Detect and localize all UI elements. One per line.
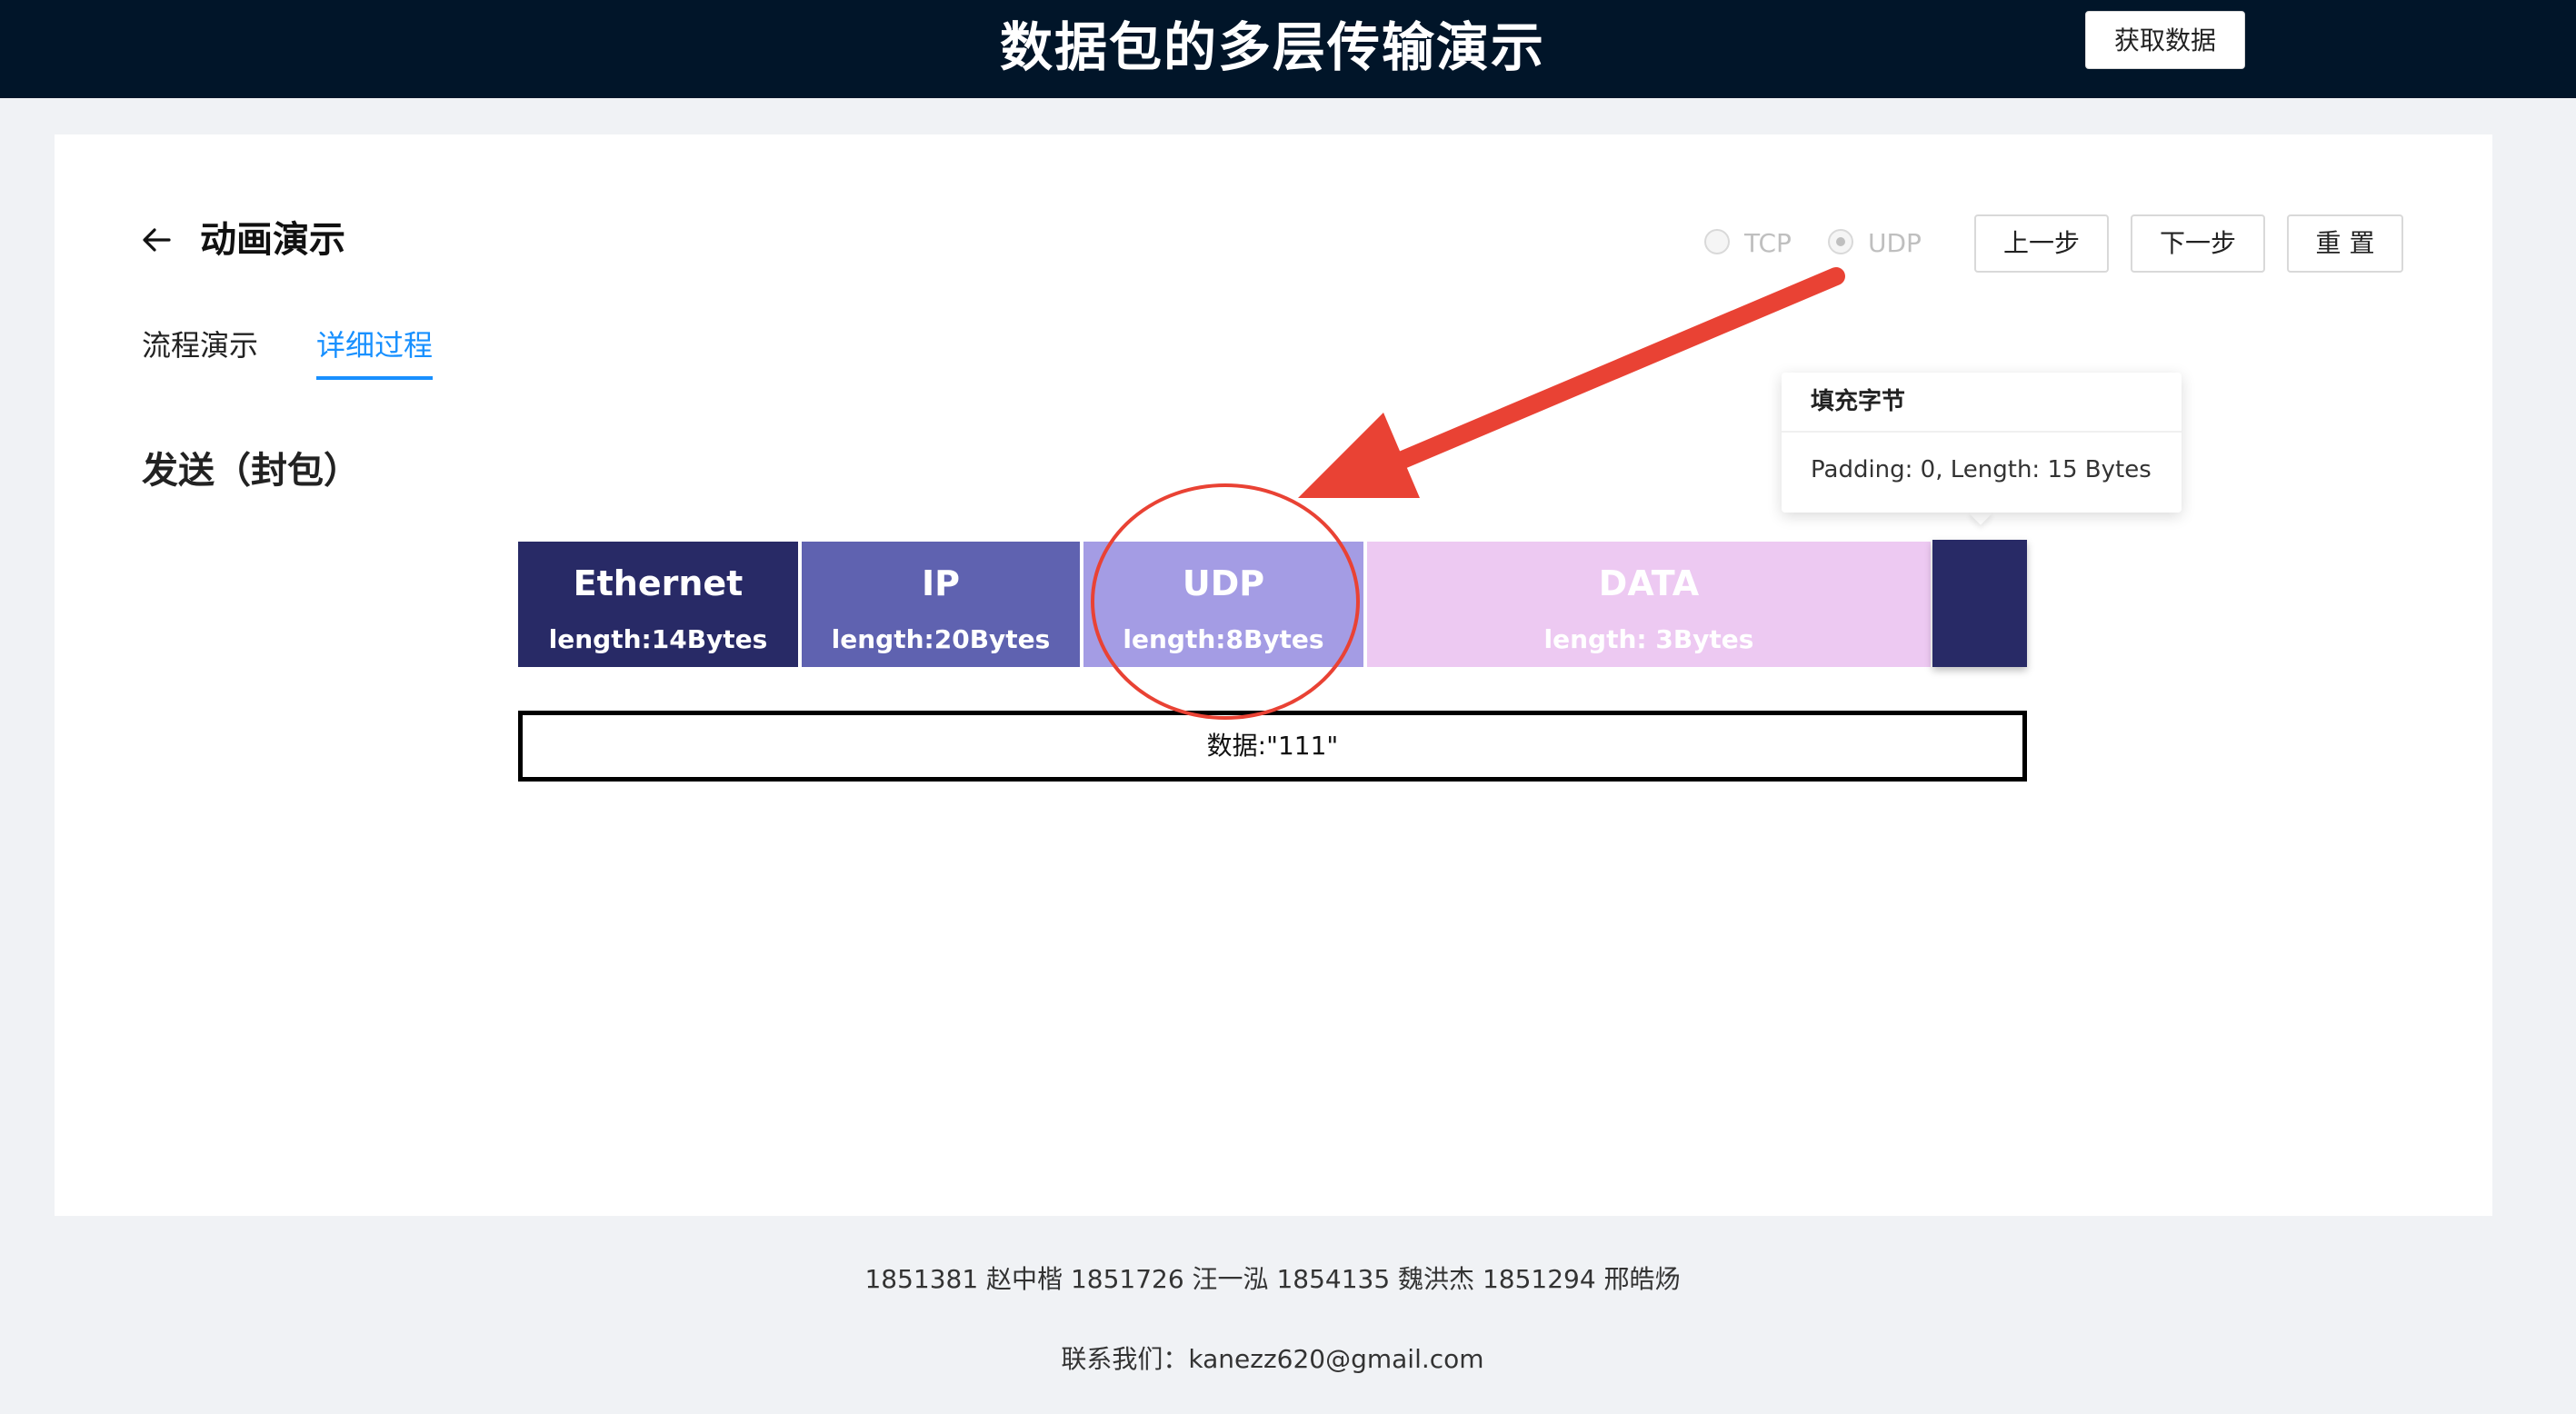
- radio-udp-label: UDP: [1868, 228, 1922, 258]
- segment-data-name: DATA: [1598, 563, 1700, 603]
- next-step-button[interactable]: 下一步: [2131, 214, 2265, 273]
- segment-udp[interactable]: UDP length:8Bytes: [1083, 542, 1363, 667]
- segment-udp-length: length:8Bytes: [1123, 624, 1324, 654]
- reset-button[interactable]: 重 置: [2287, 214, 2403, 273]
- segment-ip[interactable]: IP length:20Bytes: [802, 542, 1080, 667]
- segment-ethernet[interactable]: Ethernet length:14Bytes: [518, 542, 798, 667]
- footer-contact: 联系我们：kanezz620@gmail.com: [1061, 1344, 1484, 1374]
- tooltip-divider: [1782, 431, 2182, 433]
- section-title: 发送（封包）: [142, 450, 360, 492]
- tooltip-title: 填充字节: [1811, 388, 1906, 415]
- annotation-overlay: [1091, 267, 1845, 720]
- fetch-data-button[interactable]: 获取数据: [2085, 11, 2245, 69]
- segment-ip-length: length:20Bytes: [831, 624, 1051, 654]
- segment-ethernet-length: length:14Bytes: [548, 624, 768, 654]
- active-tab-indicator: [316, 376, 433, 380]
- padding-tooltip: 填充字节 Padding: 0, Length: 15 Bytes: [1782, 373, 2182, 513]
- prev-step-button[interactable]: 上一步: [1974, 214, 2109, 273]
- radio-tcp-label: TCP: [1744, 228, 1792, 258]
- annotation-arrow-head: [1298, 413, 1420, 498]
- radio-udp-dot[interactable]: [1828, 229, 1853, 254]
- segment-ip-name: IP: [922, 563, 960, 603]
- segment-ethernet-name: Ethernet: [573, 563, 744, 603]
- tooltip-body: Padding: 0, Length: 15 Bytes: [1811, 456, 2152, 483]
- radio-tcp-dot[interactable]: [1704, 229, 1730, 254]
- top-bar: 数据包的多层传输演示 获取数据: [0, 0, 2576, 98]
- segment-data-length: length: 3Bytes: [1543, 624, 1754, 654]
- segment-data[interactable]: DATA length: 3Bytes: [1367, 542, 1931, 667]
- segment-udp-name: UDP: [1182, 563, 1265, 603]
- padding-bytes-block[interactable]: [1932, 540, 2027, 667]
- page-title: 动画演示: [200, 219, 345, 261]
- tab-flow-demo[interactable]: 流程演示: [142, 325, 258, 365]
- back-arrow-icon[interactable]: [138, 222, 175, 258]
- data-payload-box: 数据:"111": [518, 711, 2027, 782]
- annotation-arrow-shaft: [1363, 267, 1845, 482]
- tab-detail-process[interactable]: 详细过程: [316, 325, 433, 365]
- demo-card: 动画演示 TCP UDP 上一步 下一步 重 置 流程演示 详细过程 发送（封包…: [55, 134, 2492, 1216]
- footer-members: 1851381 赵中楷 1851726 汪一泓 1854135 魏洪杰 1851…: [864, 1264, 1681, 1294]
